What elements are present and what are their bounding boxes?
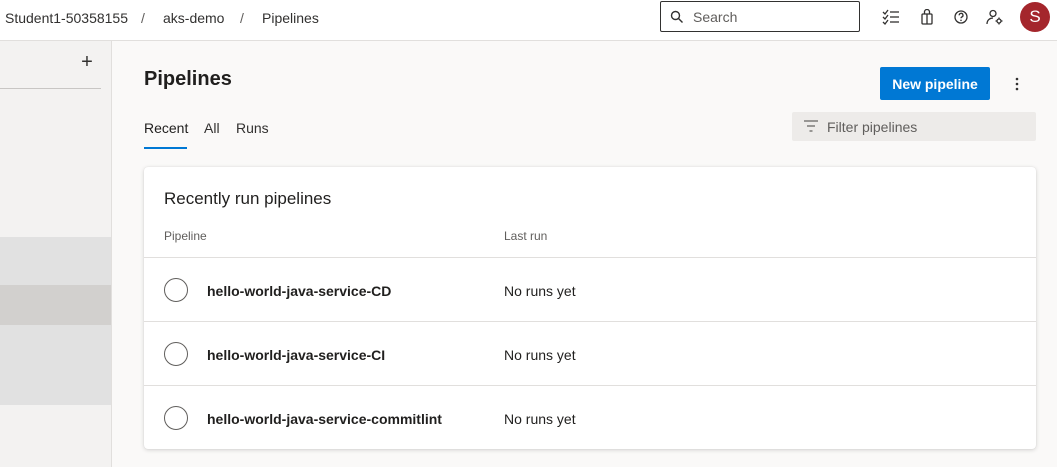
main-content: Pipelines New pipeline Recent All Runs F… [112, 41, 1057, 467]
shopping-bag-icon[interactable] [918, 8, 936, 26]
pipeline-row[interactable]: hello-world-java-service-CD No runs yet [144, 257, 1036, 321]
new-pipeline-button[interactable]: New pipeline [880, 67, 990, 100]
card-title: Recently run pipelines [164, 189, 332, 208]
last-run-status: No runs yet [504, 347, 576, 363]
status-circle-icon [164, 278, 188, 302]
breadcrumb-project[interactable]: aks-demo [163, 10, 224, 26]
breadcrumb-page[interactable]: Pipelines [262, 10, 319, 26]
pipeline-name[interactable]: hello-world-java-service-commitlint [207, 411, 442, 427]
pipeline-row[interactable]: hello-world-java-service-CI No runs yet [144, 321, 1036, 385]
tab-all[interactable]: All [204, 120, 220, 136]
more-options-icon[interactable] [1007, 74, 1027, 94]
help-icon[interactable] [952, 8, 970, 26]
breadcrumb-separator: / [240, 10, 244, 26]
page-title: Pipelines [144, 68, 232, 90]
sidebar-item-selected[interactable] [0, 285, 111, 325]
sidebar-divider [0, 88, 101, 89]
pipeline-name[interactable]: hello-world-java-service-CI [207, 347, 385, 363]
last-run-status: No runs yet [504, 411, 576, 427]
active-tab-indicator [144, 147, 187, 149]
filter-pipelines-input[interactable]: Filter pipelines [792, 112, 1036, 141]
filter-placeholder: Filter pipelines [827, 119, 918, 135]
sidebar-item[interactable] [0, 237, 111, 285]
top-bar: Student1-50358155 / aks-demo / Pipelines [0, 0, 1057, 41]
filter-icon [804, 120, 818, 132]
search-input[interactable] [693, 8, 853, 26]
column-header-last-run: Last run [504, 229, 548, 243]
checklist-icon[interactable] [882, 8, 900, 26]
search-icon [670, 10, 683, 23]
column-header-pipeline: Pipeline [164, 229, 207, 243]
last-run-status: No runs yet [504, 283, 576, 299]
tab-runs[interactable]: Runs [236, 120, 269, 136]
status-circle-icon [164, 342, 188, 366]
status-circle-icon [164, 406, 188, 430]
user-avatar[interactable]: S [1020, 2, 1050, 32]
pipeline-name[interactable]: hello-world-java-service-CD [207, 283, 391, 299]
tab-recent[interactable]: Recent [144, 120, 188, 136]
breadcrumb-separator: / [141, 10, 145, 26]
search-box[interactable] [660, 1, 860, 32]
user-settings-icon[interactable] [986, 8, 1004, 26]
add-icon[interactable]: + [78, 52, 96, 72]
sidebar-item[interactable] [0, 325, 111, 405]
recent-pipelines-card: Recently run pipelines Pipeline Last run… [144, 167, 1036, 449]
breadcrumb-organization[interactable]: Student1-50358155 [5, 10, 128, 26]
left-sidebar: + [0, 41, 112, 467]
pipeline-row[interactable]: hello-world-java-service-commitlint No r… [144, 385, 1036, 449]
